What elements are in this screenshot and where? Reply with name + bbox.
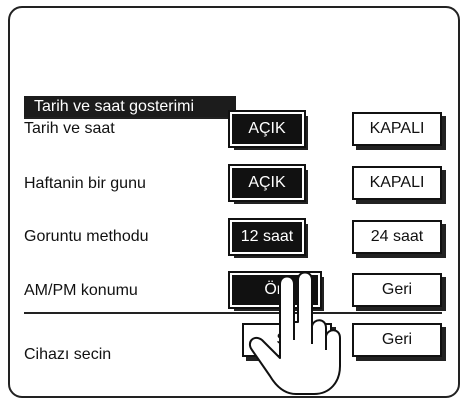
row-label-ampm-position: AM/PM konumu [24,282,138,299]
back-button[interactable]: Geri [352,323,442,357]
date-time-off-button[interactable]: KAPALI [352,112,442,146]
title-underline [24,117,236,119]
display-12h-button[interactable]: 12 saat [228,218,306,256]
ampm-back-button[interactable]: Geri [352,273,442,307]
section-title: Tarih ve saat gosterimi [24,96,236,118]
hand-pointer-icon [248,271,341,395]
row-label-display-method: Goruntu methodu [24,228,149,245]
row-label-weekday: Haftanin bir gunu [24,175,146,192]
footer-select-device-label: Cihazı secin [24,346,112,363]
date-time-on-button[interactable]: AÇIK [228,110,306,148]
display-24h-button[interactable]: 24 saat [352,220,442,254]
weekday-off-button[interactable]: KAPALI [352,166,442,200]
row-label-date-time: Tarih ve saat [24,120,115,137]
footer-divider [24,312,442,314]
weekday-on-button[interactable]: AÇIK [228,164,306,202]
